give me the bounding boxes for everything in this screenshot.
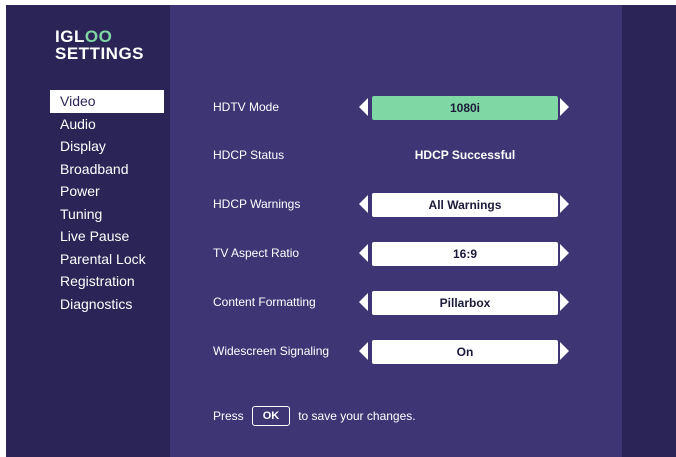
- setting-label: HDTV Mode: [213, 100, 280, 114]
- footer-hint: Press OK to save your changes.: [213, 405, 416, 427]
- setting-value-hdcp-warnings[interactable]: All Warnings: [372, 193, 558, 217]
- nav-item-live-pause[interactable]: Live Pause: [50, 225, 164, 248]
- ok-button[interactable]: OK: [251, 406, 291, 426]
- setting-label: TV Aspect Ratio: [213, 246, 300, 260]
- footer-suffix-text: to save your changes.: [298, 409, 416, 423]
- arrow-left-icon[interactable]: [359, 293, 368, 311]
- arrow-left-icon[interactable]: [359, 195, 368, 213]
- setting-label: HDCP Status: [213, 148, 285, 162]
- arrow-left-icon[interactable]: [359, 98, 368, 116]
- setting-value-tv-aspect-ratio[interactable]: 16:9: [372, 242, 558, 266]
- right-strip: [622, 5, 676, 457]
- setting-label: HDCP Warnings: [213, 197, 301, 211]
- arrow-left-icon[interactable]: [359, 244, 368, 262]
- igloo-settings-logo: IGLOO SETTINGS: [55, 28, 144, 62]
- footer-press-text: Press: [213, 409, 244, 423]
- nav-item-power[interactable]: Power: [50, 180, 164, 203]
- nav-item-parental-lock[interactable]: Parental Lock: [50, 248, 164, 271]
- logo-text-line2: SETTINGS: [55, 44, 145, 63]
- nav-item-tuning[interactable]: Tuning: [50, 203, 164, 226]
- nav-item-video[interactable]: Video: [50, 90, 164, 113]
- nav-item-registration[interactable]: Registration: [50, 270, 164, 293]
- nav-item-audio[interactable]: Audio: [50, 113, 164, 136]
- arrow-right-icon[interactable]: [560, 293, 569, 311]
- nav-item-broadband[interactable]: Broadband: [50, 158, 164, 181]
- setting-value-content-formatting[interactable]: Pillarbox: [372, 291, 558, 315]
- setting-value-hdtv-mode[interactable]: 1080i: [372, 96, 558, 120]
- nav-item-display[interactable]: Display: [50, 135, 164, 158]
- setting-value-widescreen-signaling[interactable]: On: [372, 340, 558, 364]
- settings-nav: Video Audio Display Broadband Power Tuni…: [50, 90, 164, 315]
- arrow-left-icon[interactable]: [359, 342, 368, 360]
- nav-item-diagnostics[interactable]: Diagnostics: [50, 293, 164, 316]
- main-panel: [170, 5, 622, 457]
- arrow-right-icon[interactable]: [560, 98, 569, 116]
- arrow-right-icon[interactable]: [560, 195, 569, 213]
- setting-label: Content Formatting: [213, 295, 316, 309]
- arrow-right-icon[interactable]: [560, 342, 569, 360]
- arrow-right-icon[interactable]: [560, 244, 569, 262]
- setting-label: Widescreen Signaling: [213, 344, 330, 358]
- setting-value-hdcp-status: HDCP Successful: [414, 148, 516, 162]
